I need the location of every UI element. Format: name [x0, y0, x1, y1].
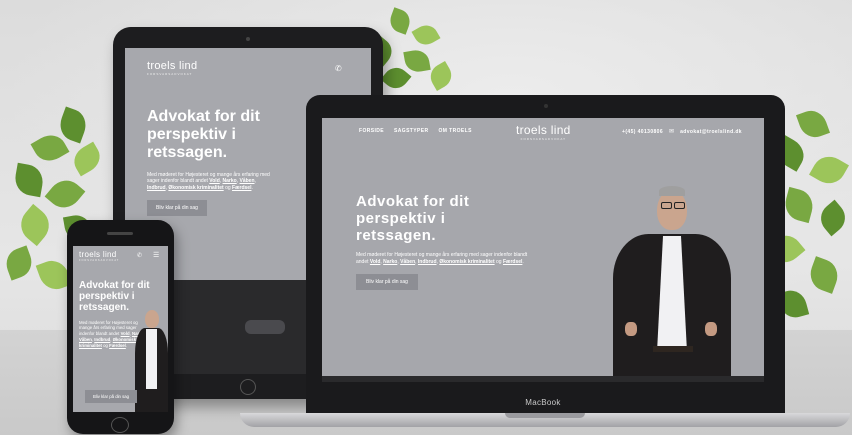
device-label: MacBook [525, 398, 561, 407]
hero-title-line: retssagen. [147, 143, 228, 161]
phone-icon[interactable]: ✆ [137, 252, 142, 259]
cta-button[interactable]: Bliv klar på din sag [85, 390, 138, 403]
hero-title-line: Advokat for dit [79, 280, 150, 291]
hero-title: Advokat for dit perspektiv i retssagen. [79, 280, 165, 314]
contact-bar: +(45) 40130806 ✉ advokat@troelslind.dk [622, 128, 742, 136]
header-email-link[interactable]: advokat@troelslind.dk [680, 129, 742, 135]
laptop-notch [505, 413, 585, 418]
cta-button[interactable]: Bliv klar på din sag [356, 273, 418, 290]
header-phone-link[interactable]: +(45) 40130806 [622, 129, 663, 135]
site-logo-subtitle: FORSVARSADVOKAT [79, 259, 120, 262]
hero-title-line: retssagen. [356, 226, 437, 244]
phone-icon[interactable]: ✆ [335, 64, 342, 73]
tablet-camera [246, 37, 250, 41]
site-logo[interactable]: troels lind [147, 60, 197, 72]
nav-om-troels[interactable]: OM TROELS [438, 128, 471, 134]
email-icon: ✉ [669, 129, 675, 135]
phone-speaker [107, 232, 133, 235]
menu-icon[interactable]: ☰ [153, 251, 159, 259]
hero-title-line: Advokat for dit [147, 108, 260, 125]
hero-title-line: Advokat for dit [356, 193, 470, 210]
cta-button[interactable]: Bliv klar på din sag [147, 199, 207, 216]
phone-home-button [111, 417, 129, 433]
nav-forside[interactable]: FORSIDE [359, 128, 384, 134]
tablet-home-button [240, 379, 256, 395]
hero-description: Med møderet for Højesteret og mange års … [147, 171, 270, 192]
person-photo [135, 310, 168, 412]
laptop-camera [544, 104, 548, 108]
hero-title-line: perspektiv i [79, 291, 135, 303]
site-logo-subtitle: FORSVARSADVOKAT [147, 72, 193, 76]
nav-sagstyper[interactable]: SAGSTYPER [394, 128, 428, 134]
person-photo [607, 182, 737, 382]
dark-footer-strip [322, 376, 764, 382]
main-nav: FORSIDE SAGSTYPER OM TROELS [359, 128, 472, 134]
site-logo[interactable]: troels lind [79, 250, 119, 259]
phone-device: troels lind FORSVARSADVOKAT ✆ ☰ Advokat … [67, 220, 174, 434]
hero-title: Advokat for dit perspektiv i retssagen. [356, 193, 546, 244]
site-logo[interactable]: troels lind [516, 123, 571, 137]
laptop-screen: FORSIDE SAGSTYPER OM TROELS troels lind … [322, 118, 764, 382]
hero-title-line: perspektiv i [356, 209, 446, 227]
site-logo-subtitle: FORSVARSADVOKAT [520, 137, 567, 141]
hero-title-line: perspektiv i [147, 125, 236, 143]
phone-screen: troels lind FORSVARSADVOKAT ✆ ☰ Advokat … [73, 246, 168, 412]
hero-description: Med møderet for Højesteret og mange års … [356, 252, 528, 266]
hero-title: Advokat for dit perspektiv i retssagen. [147, 108, 297, 162]
